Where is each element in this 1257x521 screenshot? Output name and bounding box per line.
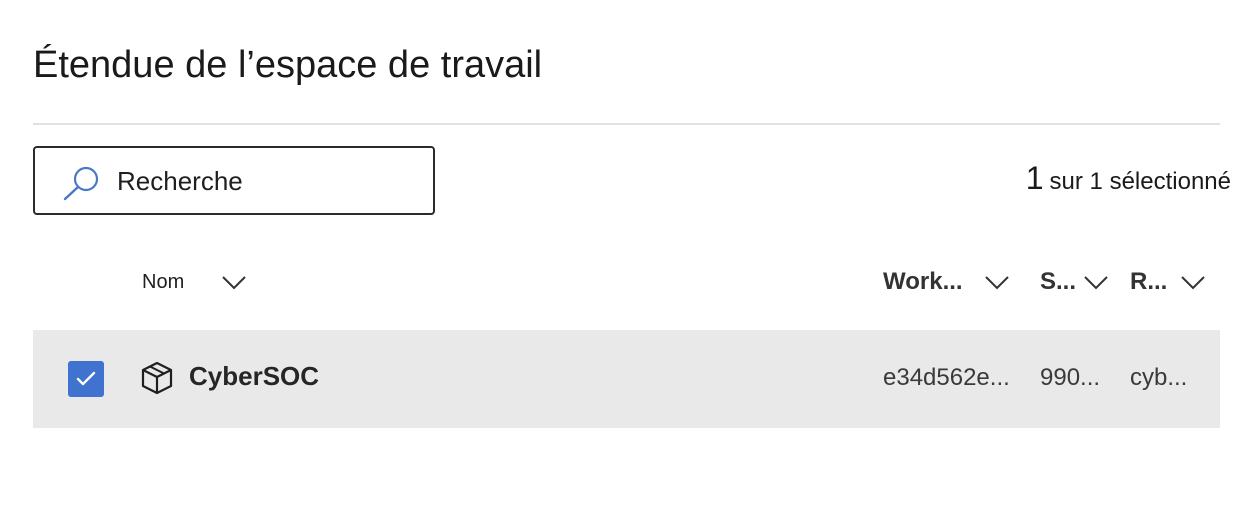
row-resource-group: cyb... (1130, 364, 1188, 391)
column-header-resource-group-label: R... (1130, 268, 1168, 295)
row-name: CyberSOC (189, 361, 320, 391)
cube-icon (141, 361, 173, 395)
checkmark-icon (76, 371, 96, 386)
page-title: Étendue de l’espace de travail (33, 44, 543, 86)
row-workspace-id: e34d562e... (883, 364, 1010, 391)
selection-count: 1 sur 1 sélectionné (1026, 160, 1231, 197)
selection-count-text: sur 1 sélectionné (1049, 168, 1231, 195)
row-checkbox[interactable] (68, 361, 104, 397)
search-box[interactable] (33, 146, 435, 215)
column-header-resource-group[interactable]: R... (1130, 262, 1207, 302)
column-header-name[interactable]: Nom (142, 262, 248, 302)
column-header-subscription[interactable]: S... (1040, 262, 1110, 302)
column-header-workspace-label: Work... (883, 268, 963, 295)
search-input[interactable] (117, 162, 417, 200)
selection-count-number: 1 (1025, 160, 1044, 196)
header-divider (33, 123, 1220, 125)
chevron-down-icon[interactable] (1179, 273, 1207, 291)
search-icon (63, 166, 99, 201)
table-row[interactable]: CyberSOC e34d562e... 990... cyb... (33, 330, 1220, 428)
column-header-name-label: Nom (142, 270, 185, 293)
row-subscription: 990... (1040, 364, 1101, 391)
column-header-workspace[interactable]: Work... (883, 262, 1011, 302)
chevron-down-icon[interactable] (220, 273, 248, 291)
chevron-down-icon[interactable] (1082, 273, 1110, 291)
column-header-subscription-label: S... (1040, 268, 1077, 295)
chevron-down-icon[interactable] (983, 273, 1011, 291)
